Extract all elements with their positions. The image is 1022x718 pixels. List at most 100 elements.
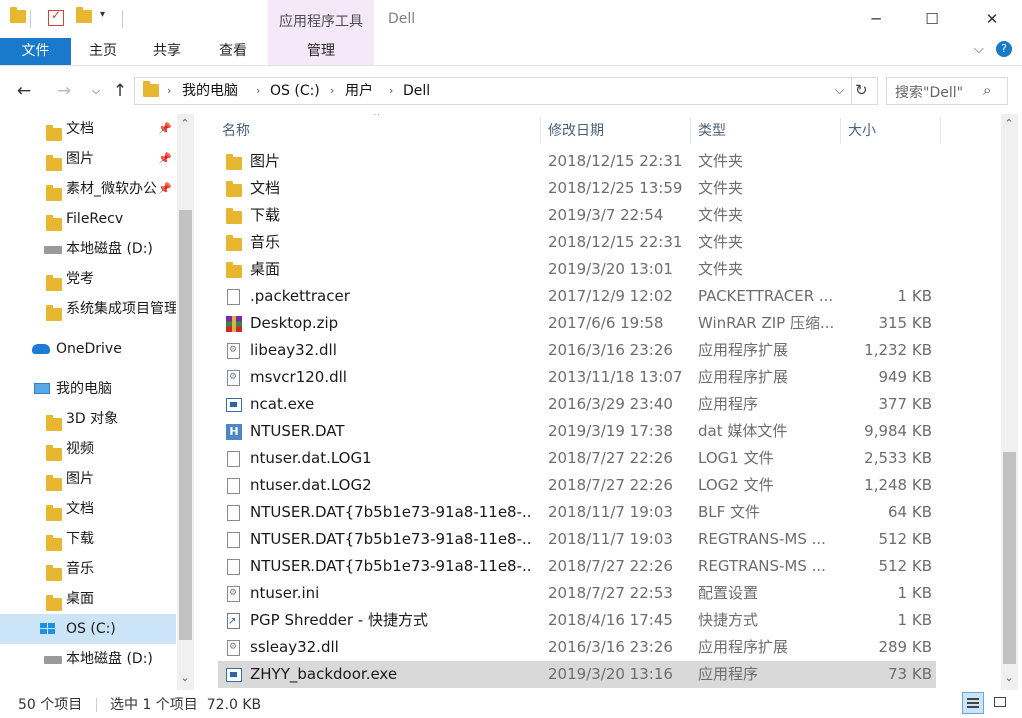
nav-item-dangkao[interactable]: 党考 [0, 264, 176, 294]
nav-item-pictures[interactable]: 图片 [0, 464, 176, 494]
nav-item-pictures-quick[interactable]: 图片 📌 [0, 144, 176, 174]
nav-item-drive-d[interactable]: 本地磁盘 (D:) [0, 644, 176, 674]
file-row[interactable]: ntuser.ini 2018/7/27 22:53 配置设置 1 KB [218, 580, 936, 607]
nav-item-3d-objects[interactable]: 3D 对象 [0, 404, 176, 434]
file-row[interactable]: ntuser.dat.LOG1 2018/7/27 22:26 LOG1 文件 2,5… [218, 445, 936, 472]
nav-item-videos[interactable]: 视频 [0, 434, 176, 464]
breadcrumb-users[interactable]: 用户 [345, 78, 373, 104]
nav-item-xitong[interactable]: 系统集成项目管理 [0, 294, 176, 324]
new-folder-icon[interactable] [76, 7, 92, 26]
file-row[interactable]: 下载 2019/3/7 22:54 文件夹 [218, 202, 936, 229]
properties-icon[interactable]: ✓ [48, 8, 64, 26]
file-type: LOG2 文件 [698, 476, 774, 494]
breadcrumb-dell[interactable]: Dell [403, 78, 430, 104]
tab-share[interactable]: 共享 [144, 38, 190, 65]
file-row[interactable]: ssleay32.dll 2016/3/16 23:26 应用程序扩展 289 KB [218, 634, 936, 661]
breadcrumb-my-computer[interactable]: 我的电脑 [182, 78, 238, 104]
breadcrumb-separator-icon[interactable]: › [389, 78, 393, 104]
nav-pane-scrollbar[interactable]: ⌃ ⌄ [177, 114, 194, 690]
scrollbar-thumb[interactable] [1003, 452, 1016, 664]
column-divider[interactable] [940, 118, 941, 144]
up-arrow-icon[interactable]: ↑ [108, 79, 132, 103]
refresh-icon[interactable]: ↻ [855, 81, 868, 99]
search-box[interactable]: 搜索"Dell" ⌕ [886, 77, 1008, 105]
nav-item-downloads[interactable]: 下载 [0, 524, 176, 554]
details-view-icon[interactable] [962, 692, 984, 714]
minimize-button[interactable]: ─ [848, 0, 904, 38]
file-row[interactable]: ncat.exe 2016/3/29 23:40 应用程序 377 KB [218, 391, 936, 418]
breadcrumb-os-c[interactable]: OS (C:) [270, 78, 320, 104]
file-type: 文件夹 [698, 206, 744, 224]
nav-item-os-c[interactable]: OS (C:) [0, 614, 176, 644]
address-bar[interactable]: › 我的电脑 › OS (C:) › 用户 › Dell ⌵ ↻ [134, 77, 878, 105]
chevron-down-icon[interactable]: ⌵ [974, 42, 984, 57]
tab-file[interactable]: 文件 [0, 38, 71, 65]
scroll-down-icon[interactable]: ⌄ [177, 670, 193, 686]
column-divider[interactable] [690, 118, 691, 144]
nav-item-desktop[interactable]: 桌面 [0, 584, 176, 614]
folder-icon [226, 208, 242, 224]
column-header-date[interactable]: 修改日期 [548, 114, 688, 148]
file-row[interactable]: ntuser.dat.LOG2 2018/7/27 22:26 LOG2 文件 1,2… [218, 472, 936, 499]
tab-view[interactable]: 查看 [210, 38, 256, 65]
file-row[interactable]: 图片 2018/12/15 22:31 文件夹 [218, 148, 936, 175]
application-icon [226, 667, 242, 683]
back-arrow-icon[interactable]: ← [12, 79, 36, 103]
large-icons-view-icon[interactable] [990, 692, 1012, 714]
breadcrumb-separator-icon[interactable]: › [330, 78, 334, 104]
nav-item-onedrive[interactable]: OneDrive [0, 334, 176, 364]
file-list-scrollbar[interactable]: ⌃ ⌄ [1001, 114, 1018, 690]
tab-home[interactable]: 主页 [80, 38, 126, 65]
nav-item-drive-d-quick[interactable]: 本地磁盘 (D:) [0, 234, 176, 264]
file-size [844, 175, 932, 202]
scroll-down-icon[interactable]: ⌄ [1001, 670, 1017, 686]
column-divider[interactable] [840, 118, 841, 144]
file-row[interactable]: NTUSER.DAT{7b5b1e73-91a8-11e8-... 2018/11… [218, 499, 936, 526]
file-row[interactable]: NTUSER.DAT{7b5b1e73-91a8-11e8-... 2018/7/… [218, 553, 936, 580]
file-size: 1 KB [897, 287, 932, 305]
nav-item-filerecv[interactable]: FileRecv [0, 204, 176, 234]
file-row[interactable]: libeay32.dll 2016/3/16 23:26 应用程序扩展 1,232 K… [218, 337, 936, 364]
nav-item-documents[interactable]: 文档 [0, 494, 176, 524]
file-row[interactable]: PGP Shredder - 快捷方式 2018/4/16 17:45 快捷方式 1 … [218, 607, 936, 634]
close-button[interactable]: ✕ [964, 0, 1020, 38]
nav-item-music[interactable]: 音乐 [0, 554, 176, 584]
customize-quick-access-icon[interactable]: ▾ [100, 9, 105, 20]
computer-icon [34, 383, 50, 394]
file-row[interactable]: .packettracer 2017/12/9 12:02 PACKETTRACER… [218, 283, 936, 310]
file-row[interactable]: Desktop.zip 2017/6/6 19:58 WinRAR ZIP 压缩..… [218, 310, 936, 337]
recent-locations-icon[interactable]: ⌵ [84, 79, 108, 103]
file-row[interactable]: H NTUSER.DAT 2019/3/19 17:38 dat 媒体文件 9,984 … [218, 418, 936, 445]
scrollbar-thumb[interactable] [179, 210, 192, 640]
tab-manage[interactable]: 管理 [268, 38, 374, 65]
file-name: NTUSER.DAT{7b5b1e73-91a8-11e8-... [250, 557, 532, 575]
maximize-button[interactable]: ☐ [904, 0, 960, 38]
file-row[interactable]: 文档 2018/12/25 13:59 文件夹 [218, 175, 936, 202]
nav-item-my-computer[interactable]: 我的电脑 [0, 374, 176, 404]
scroll-up-icon[interactable]: ⌃ [1001, 116, 1017, 132]
file-name: 桌面 [250, 260, 281, 278]
scroll-up-icon[interactable]: ⌃ [177, 116, 193, 132]
divider [96, 698, 97, 712]
nav-item-documents-quick[interactable]: 文档 📌 [0, 114, 176, 144]
search-input[interactable]: 搜索"Dell" [895, 82, 963, 102]
file-row[interactable]: 桌面 2019/3/20 13:01 文件夹 [218, 256, 936, 283]
column-header-size[interactable]: 大小 [848, 114, 938, 148]
file-row[interactable]: NTUSER.DAT{7b5b1e73-91a8-11e8-... 2018/11… [218, 526, 936, 553]
breadcrumb-separator-icon[interactable]: › [256, 78, 260, 104]
file-row[interactable]: ZHYY_backdoor.exe 2019/3/20 13:16 应用程序 73 K… [218, 661, 936, 688]
column-header-type[interactable]: 类型 [698, 114, 838, 148]
nav-item-sucai[interactable]: 素材_微软办公 📌 [0, 174, 176, 204]
forward-arrow-icon[interactable]: → [52, 79, 76, 103]
breadcrumb-separator-icon[interactable]: › [167, 78, 171, 104]
help-icon[interactable]: ? [996, 41, 1012, 57]
file-type: 文件夹 [698, 152, 744, 170]
column-header-name[interactable]: 名称 [222, 114, 522, 148]
file-name: NTUSER.DAT [250, 422, 345, 440]
file-row[interactable]: msvcr120.dll 2013/11/18 13:07 应用程序扩展 949 KB [218, 364, 936, 391]
column-divider[interactable] [540, 118, 541, 144]
file-row[interactable]: 音乐 2018/12/15 22:31 文件夹 [218, 229, 936, 256]
folder-icon [226, 181, 242, 197]
address-dropdown-icon[interactable]: ⌵ [835, 83, 844, 98]
search-icon[interactable]: ⌕ [983, 81, 991, 99]
